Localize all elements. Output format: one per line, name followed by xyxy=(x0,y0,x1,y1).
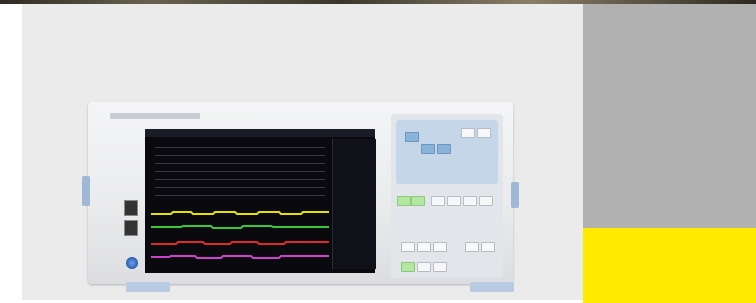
right-handle xyxy=(511,182,519,208)
left-margin xyxy=(0,4,22,303)
front-keypad xyxy=(391,114,503,278)
key xyxy=(477,128,491,138)
key xyxy=(431,196,445,206)
display-table-line xyxy=(155,179,325,180)
power-analyzer-instrument xyxy=(82,102,519,292)
key xyxy=(417,262,431,272)
key xyxy=(411,196,425,206)
waveform-green xyxy=(151,225,329,229)
key xyxy=(397,196,411,206)
key xyxy=(417,242,431,252)
left-handle xyxy=(82,176,90,206)
key xyxy=(405,132,419,142)
key xyxy=(437,144,451,154)
key xyxy=(479,196,493,206)
waveform-red xyxy=(151,241,329,245)
gray-color-block xyxy=(583,4,756,228)
usb-port xyxy=(124,220,138,236)
instrument-foot xyxy=(126,282,170,292)
display-table-line xyxy=(155,147,325,148)
display-table-line xyxy=(155,155,325,156)
display-table-line xyxy=(155,187,325,188)
key xyxy=(481,242,495,252)
key xyxy=(463,196,477,206)
key xyxy=(401,242,415,252)
key xyxy=(447,196,461,206)
key xyxy=(433,242,447,252)
key xyxy=(401,262,415,272)
key xyxy=(465,242,479,252)
instrument-display xyxy=(145,129,376,273)
waveform-yellow xyxy=(151,211,329,215)
display-table-line xyxy=(155,195,325,196)
power-button-icon xyxy=(126,257,138,269)
product-photo-panel xyxy=(22,4,583,300)
key xyxy=(433,262,447,272)
yellow-color-block xyxy=(583,228,756,303)
display-side-panel xyxy=(332,139,376,269)
key xyxy=(421,144,435,154)
display-header xyxy=(145,129,375,137)
display-table-line xyxy=(155,163,325,164)
waveform-magenta xyxy=(151,255,329,259)
instrument-foot xyxy=(470,282,514,292)
brand-logo-area xyxy=(110,113,200,119)
key xyxy=(461,128,475,138)
usb-port xyxy=(124,200,138,216)
display-table-line xyxy=(155,171,325,172)
